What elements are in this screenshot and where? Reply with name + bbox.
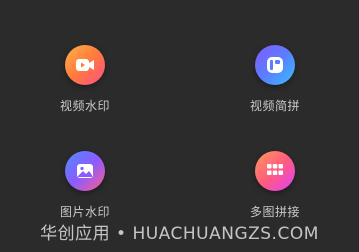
image-icon — [65, 151, 105, 191]
video-trim-icon — [255, 45, 295, 85]
video-watermark-tile[interactable]: 视频水印 — [35, 45, 135, 114]
grid-icon — [255, 151, 295, 191]
image-watermark-tile[interactable]: 图片水印 — [35, 151, 135, 220]
video-trim-label: 视频简拼 — [249, 99, 300, 113]
collage-label: 多图拼接 — [249, 205, 300, 219]
video-watermark-label: 视频水印 — [59, 99, 110, 113]
collage-tile[interactable]: 多图拼接 — [225, 151, 325, 220]
image-watermark-label: 图片水印 — [59, 205, 110, 219]
site-watermark: 华创应用 • HUACHUANGZS.COM — [40, 224, 319, 244]
video-camera-icon — [65, 45, 105, 85]
video-trim-tile[interactable]: 视频简拼 — [225, 45, 325, 114]
